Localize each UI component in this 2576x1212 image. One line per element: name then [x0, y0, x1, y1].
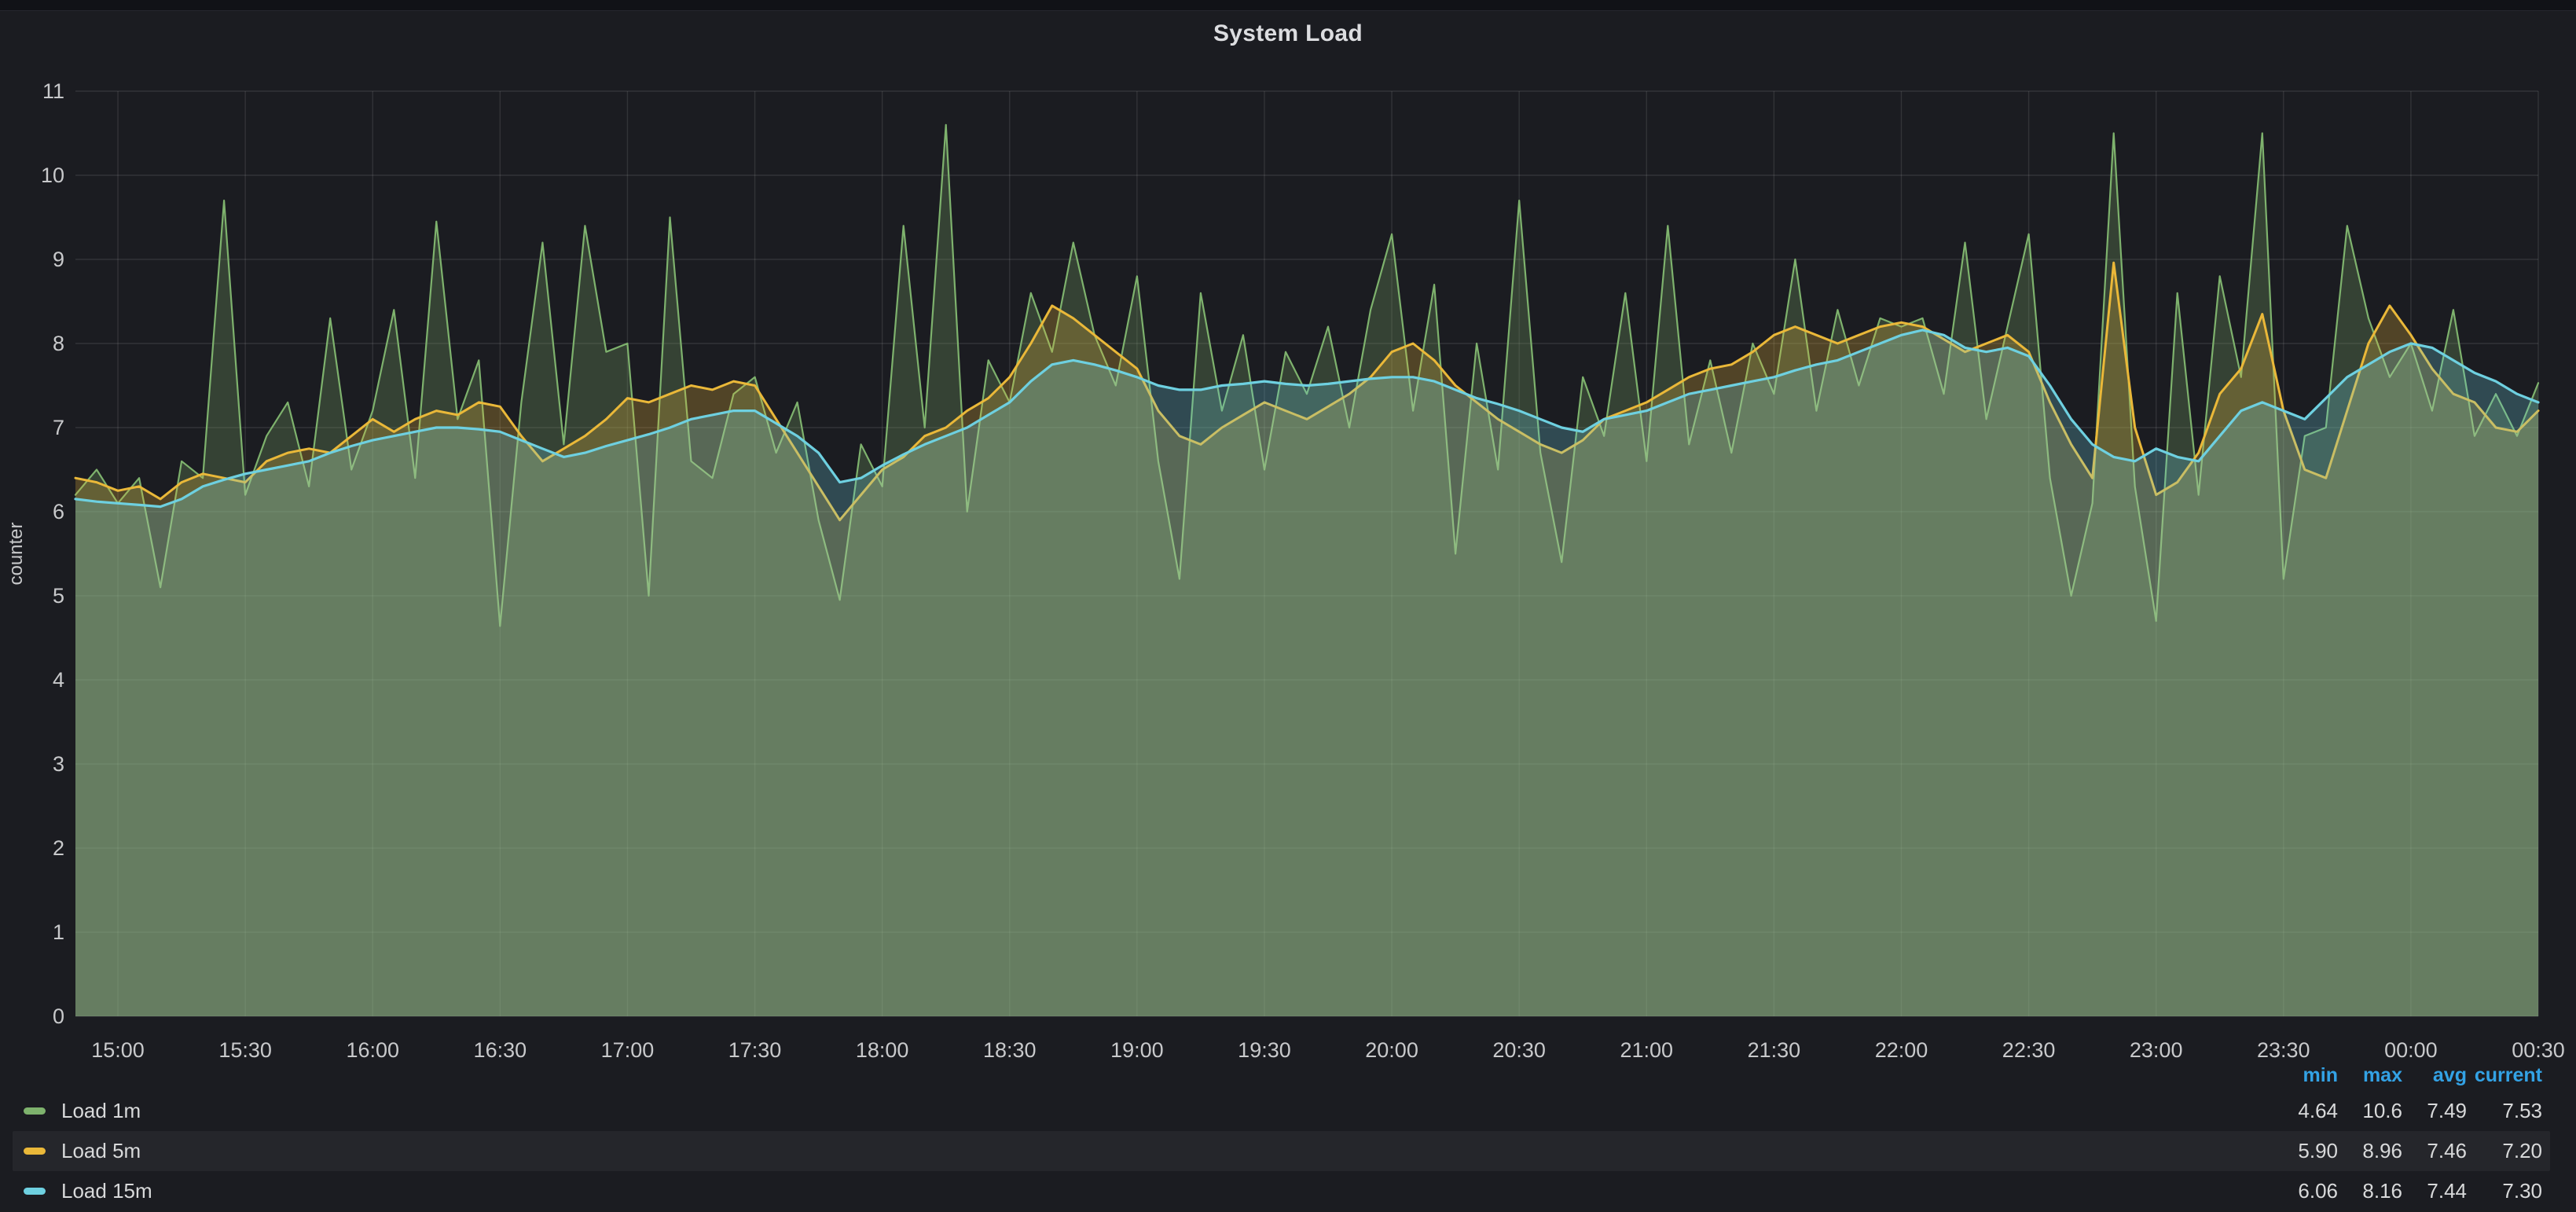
stat-max: 10.6 [2338, 1099, 2402, 1123]
x-tick-label: 21:30 [1748, 1038, 1801, 1062]
y-tick-label: 0 [53, 1004, 64, 1028]
legend-column-avg[interactable]: avg [2402, 1064, 2467, 1087]
x-tick-label: 16:30 [474, 1038, 527, 1062]
stat-current: 7.20 [2467, 1139, 2542, 1163]
y-axis-label: counter [6, 522, 27, 585]
stat-max: 8.16 [2338, 1179, 2402, 1203]
x-tick-label: 22:30 [2002, 1038, 2056, 1062]
y-tick-label: 8 [53, 332, 64, 355]
y-tick-label: 3 [53, 752, 64, 776]
x-tick-label: 21:00 [1620, 1038, 1673, 1062]
x-tick-label: 23:30 [2257, 1038, 2310, 1062]
x-tick-label: 00:30 [2512, 1038, 2565, 1062]
x-tick-label: 20:00 [1365, 1038, 1418, 1062]
series-color-swatch[interactable] [24, 1188, 46, 1195]
x-tick-label: 20:30 [1492, 1038, 1546, 1062]
series-label[interactable]: Load 1m [61, 1099, 141, 1123]
legend-column-current[interactable]: current [2467, 1064, 2542, 1087]
y-tick-label: 5 [53, 584, 64, 608]
y-tick-label: 2 [53, 836, 64, 860]
stat-current: 7.30 [2467, 1179, 2542, 1203]
x-tick-label: 19:30 [1238, 1038, 1291, 1062]
x-tick-label: 16:00 [346, 1038, 399, 1062]
legend-row-load-5m: Load 5m 5.90 8.96 7.46 7.20 [13, 1131, 2550, 1171]
series-color-swatch[interactable] [24, 1107, 46, 1115]
y-tick-label: 4 [53, 668, 64, 692]
x-tick-label: 17:30 [728, 1038, 782, 1062]
stat-avg: 7.44 [2402, 1179, 2467, 1203]
stat-min: 4.64 [2273, 1099, 2338, 1123]
legend-column-min[interactable]: min [2273, 1064, 2338, 1087]
stat-max: 8.96 [2338, 1139, 2402, 1163]
y-tick-label: 7 [53, 416, 64, 439]
x-tick-label: 17:00 [601, 1038, 655, 1062]
stat-min: 5.90 [2273, 1139, 2338, 1163]
y-tick-label: 11 [42, 79, 64, 103]
series-color-swatch[interactable] [24, 1148, 46, 1155]
y-tick-label: 10 [41, 163, 64, 187]
stat-avg: 7.46 [2402, 1139, 2467, 1163]
y-tick-label: 1 [53, 920, 64, 944]
x-tick-label: 19:00 [1110, 1038, 1164, 1062]
x-tick-label: 23:00 [2130, 1038, 2183, 1062]
x-tick-label: 18:30 [983, 1038, 1037, 1062]
stat-current: 7.53 [2467, 1099, 2542, 1123]
series-label[interactable]: Load 5m [61, 1139, 141, 1163]
x-tick-label: 15:00 [91, 1038, 145, 1062]
x-tick-label: 15:30 [218, 1038, 272, 1062]
x-tick-label: 00:00 [2384, 1038, 2438, 1062]
chart-svg[interactable]: 0 1 2 3 4 5 6 7 8 9 10 11 15:00 15:30 16:00 16:30 17:00 1… [0, 0, 2576, 1212]
x-tick-label: 18:00 [856, 1038, 909, 1062]
stat-min: 6.06 [2273, 1179, 2338, 1203]
y-tick-label: 9 [53, 248, 64, 271]
legend-column-max[interactable]: max [2338, 1064, 2402, 1087]
x-tick-label: 22:00 [1875, 1038, 1928, 1062]
stat-avg: 7.49 [2402, 1099, 2467, 1123]
legend: min max avg current Load 1m 4.64 10.6 7.… [0, 1063, 2576, 1211]
legend-header: min max avg current [13, 1063, 2550, 1088]
y-tick-label: 6 [53, 500, 64, 523]
series-label[interactable]: Load 15m [61, 1179, 152, 1203]
legend-row-load-15m: Load 15m 6.06 8.16 7.44 7.30 [13, 1171, 2550, 1211]
legend-row-load-1m: Load 1m 4.64 10.6 7.49 7.53 [13, 1091, 2550, 1131]
